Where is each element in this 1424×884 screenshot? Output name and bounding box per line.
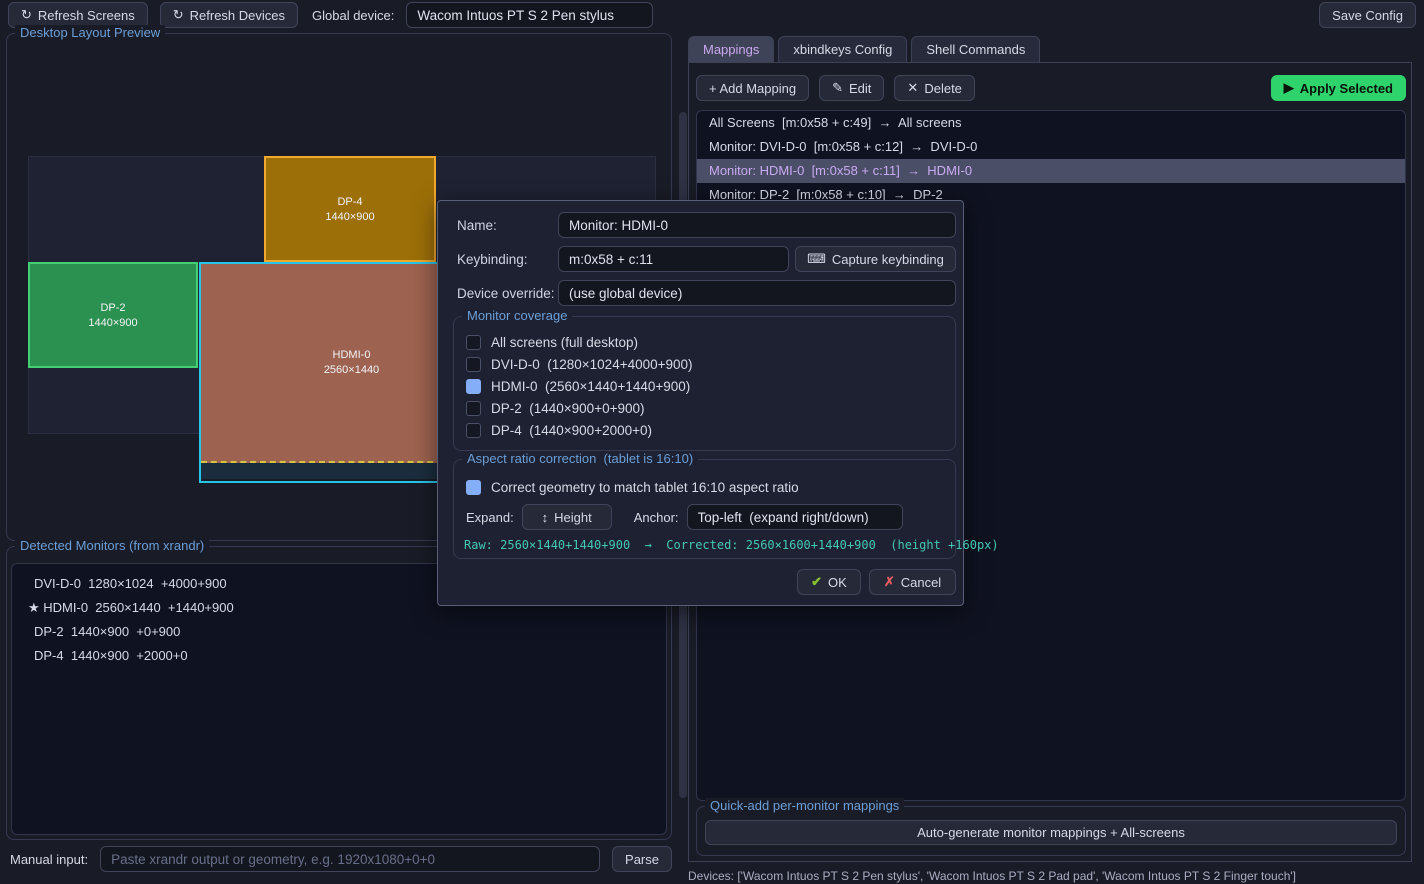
tab-shell-commands[interactable]: Shell Commands	[911, 36, 1040, 63]
monitor-name: HDMI-0	[333, 349, 371, 361]
mapping-row-selected[interactable]: Monitor: HDMI-0 [m:0x58 + c:11] → HDMI-0	[697, 159, 1405, 183]
edit-mapping-button[interactable]: ✎Edit	[819, 75, 884, 101]
keyboard-icon: ⌨	[807, 251, 826, 267]
monitor-name: DP-4	[337, 196, 362, 208]
refresh-devices-button[interactable]: ↻Refresh Devices	[160, 2, 298, 28]
correct-geometry-label: Correct geometry to match tablet 16:10 a…	[491, 480, 799, 495]
monitor-coverage-legend: Monitor coverage	[462, 308, 572, 323]
coverage-option-row: All screens (full desktop)	[466, 331, 945, 353]
monitor-resolution: 1440×900	[325, 211, 374, 223]
monitor-rect-dp2: DP-2 1440×900	[28, 262, 198, 368]
name-input[interactable]	[558, 212, 956, 238]
mapping-toolbar: + Add Mapping ✎Edit ✕Delete ▶Apply Selec…	[696, 75, 1406, 101]
cancel-button[interactable]: ✗Cancel	[869, 569, 956, 595]
save-config-button[interactable]: Save Config	[1319, 2, 1416, 28]
device-override-input[interactable]	[558, 280, 956, 306]
coverage-option-label: All screens (full desktop)	[491, 335, 638, 350]
checkbox-dp-4[interactable]	[466, 423, 481, 438]
checkbox-all-screens[interactable]	[466, 335, 481, 350]
play-icon: ▶	[1284, 80, 1294, 96]
monitor-list-item[interactable]: DP-2 1440×900 +0+900	[12, 620, 666, 644]
coverage-option-row: DP-4 (1440×900+2000+0)	[466, 419, 945, 441]
quick-add-legend: Quick-add per-monitor mappings	[705, 798, 904, 813]
expand-mode-button[interactable]: ↕Height	[522, 504, 612, 530]
tab-mappings[interactable]: Mappings	[688, 36, 774, 63]
monitor-resolution: 1440×900	[88, 317, 137, 329]
keybinding-label: Keybinding:	[457, 252, 528, 267]
monitor-rect-dp4: DP-4 1440×900	[264, 156, 436, 262]
aspect-ratio-legend: Aspect ratio correction (tablet is 16:10…	[462, 451, 698, 466]
capture-keybinding-button[interactable]: ⌨Capture keybinding	[795, 246, 956, 272]
refresh-icon: ↻	[21, 7, 32, 23]
checkbox-dp-2[interactable]	[466, 401, 481, 416]
device-override-label: Device override:	[457, 286, 555, 301]
auto-generate-button[interactable]: Auto-generate monitor mappings + All-scr…	[705, 820, 1397, 845]
monitor-resolution: 2560×1440	[324, 364, 379, 376]
raw-corrected-readout: Raw: 2560×1440+1440+900 → Corrected: 256…	[464, 538, 999, 552]
refresh-icon: ↻	[173, 7, 184, 23]
detected-monitors-legend: Detected Monitors (from xrandr)	[15, 538, 209, 553]
anchor-label: Anchor:	[634, 510, 679, 525]
tab-bar: Mappings xbindkeys Config Shell Commands	[688, 36, 1040, 63]
checkbox-correct-geometry[interactable]	[466, 480, 481, 495]
monitor-coverage-group: Monitor coverage All screens (full deskt…	[453, 316, 956, 451]
coverage-option-label: DVI-D-0 (1280×1024+4000+900)	[491, 357, 693, 372]
add-mapping-button[interactable]: + Add Mapping	[696, 75, 809, 101]
parse-button[interactable]: Parse	[612, 846, 672, 872]
top-toolbar: ↻Refresh Screens ↻Refresh Devices Global…	[0, 0, 1424, 30]
quick-add-group: Quick-add per-monitor mappings Auto-gene…	[696, 806, 1406, 856]
tab-xbindkeys-config[interactable]: xbindkeys Config	[778, 36, 907, 63]
up-down-arrow-icon: ↕	[542, 510, 549, 525]
anchor-select[interactable]	[687, 504, 903, 530]
coverage-option-row: HDMI-0 (2560×1440+1440+900)	[466, 375, 945, 397]
checkbox-hdmi-0[interactable]	[466, 379, 481, 394]
monitor-list-item[interactable]: DP-4 1440×900 +2000+0	[12, 644, 666, 668]
ok-button[interactable]: ✔OK	[797, 569, 861, 595]
checkbox-dvi-d-0[interactable]	[466, 357, 481, 372]
aspect-ratio-group: Aspect ratio correction (tablet is 16:10…	[453, 459, 956, 559]
correct-geometry-row: Correct geometry to match tablet 16:10 a…	[466, 476, 799, 498]
x-mark-icon: ✗	[884, 574, 895, 590]
coverage-option-label: DP-2 (1440×900+0+900)	[491, 401, 645, 416]
pencil-icon: ✎	[832, 80, 843, 96]
coverage-option-row: DVI-D-0 (1280×1024+4000+900)	[466, 353, 945, 375]
delete-mapping-button[interactable]: ✕Delete	[894, 75, 974, 101]
manual-input-field[interactable]	[100, 846, 600, 872]
manual-input-row: Manual input: Parse	[10, 846, 672, 872]
monitor-name: DP-2	[100, 302, 125, 314]
apply-selected-button[interactable]: ▶Apply Selected	[1271, 75, 1406, 101]
coverage-option-label: HDMI-0 (2560×1440+1440+900)	[491, 379, 690, 394]
manual-input-label: Manual input:	[10, 852, 88, 867]
name-label: Name:	[457, 218, 497, 233]
global-device-input[interactable]	[406, 2, 653, 28]
keybinding-input[interactable]	[558, 246, 789, 272]
devices-status-line: Devices: ['Wacom Intuos PT S 2 Pen stylu…	[688, 869, 1422, 883]
mapping-row[interactable]: Monitor: DVI-D-0 [m:0x58 + c:12] → DVI-D…	[697, 135, 1405, 159]
mapping-row[interactable]: All Screens [m:0x58 + c:49] → All screen…	[697, 111, 1405, 135]
expand-anchor-row: Expand: ↕Height Anchor:	[466, 504, 945, 530]
x-icon: ✕	[907, 80, 918, 96]
coverage-option-row: DP-2 (1440×900+0+900)	[466, 397, 945, 419]
expand-label: Expand:	[466, 510, 514, 525]
mapping-dialog: Name: Keybinding: ⌨Capture keybinding De…	[437, 200, 964, 606]
check-icon: ✔	[811, 574, 822, 590]
coverage-option-label: DP-4 (1440×900+2000+0)	[491, 423, 652, 438]
global-device-label: Global device:	[312, 8, 394, 23]
